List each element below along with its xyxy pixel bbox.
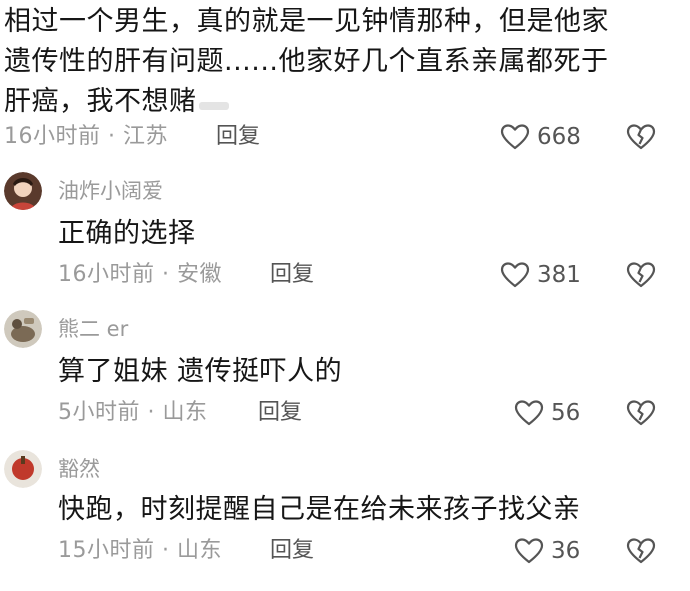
like-count: 56: [551, 400, 581, 426]
username[interactable]: 油炸小阔爱: [58, 176, 163, 206]
like-button[interactable]: 668: [500, 120, 581, 154]
reply-button[interactable]: 回复: [270, 258, 314, 292]
heart-outline-icon: [500, 262, 530, 288]
heart-outline-icon: [514, 400, 544, 426]
heart-outline-icon: [514, 538, 544, 564]
timestamp-location: 5小时前 · 山东: [58, 400, 208, 425]
comment-text-last-line: 肝癌，我不想赌: [4, 82, 229, 122]
reply-meta: 5小时前 · 山东 回复 56: [0, 396, 690, 430]
reply-text: 快跑，时刻提醒自己是在给未来孩子找父亲: [58, 494, 581, 525]
reply-meta: 15小时前 · 山东 回复 36: [0, 534, 690, 568]
reply-meta: 16小时前 · 安徽 回复 381: [0, 258, 690, 292]
reply-text: 正确的选择: [58, 218, 196, 249]
heart-outline-icon: [500, 124, 530, 150]
main-comment-meta: 16小时前 · 江苏 回复 668: [0, 120, 690, 154]
timestamp-location: 15小时前 · 山东: [58, 538, 222, 563]
like-count: 36: [551, 538, 581, 564]
comment-text-line: 相过一个男生，真的就是一见钟情那种，但是他家: [4, 6, 609, 37]
like-button[interactable]: 36: [514, 534, 580, 568]
reply-button[interactable]: 回复: [216, 120, 260, 154]
broken-heart-icon[interactable]: [626, 260, 656, 290]
comment-text-line: 遗传性的肝有问题......他家好几个直系亲属都死于: [4, 46, 609, 77]
blurred-text: [198, 101, 229, 110]
broken-heart-icon[interactable]: [626, 122, 656, 152]
reply-text: 算了姐妹 遗传挺吓人的: [58, 356, 343, 387]
username[interactable]: 熊二 er: [58, 314, 128, 344]
comment-text-line: 肝癌，我不想赌: [4, 86, 197, 117]
reply-button[interactable]: 回复: [270, 534, 314, 568]
timestamp-location: 16小时前 · 安徽: [58, 262, 222, 287]
reply-button[interactable]: 回复: [258, 396, 302, 430]
username[interactable]: 豁然: [58, 454, 100, 484]
broken-heart-icon[interactable]: [626, 398, 656, 428]
avatar[interactable]: [4, 310, 42, 348]
timestamp-location: 16小时前 · 江苏: [4, 124, 168, 149]
like-count: 668: [537, 124, 581, 150]
avatar[interactable]: [4, 172, 42, 210]
like-count: 381: [537, 262, 581, 288]
like-button[interactable]: 381: [500, 258, 581, 292]
avatar[interactable]: [4, 450, 42, 488]
like-button[interactable]: 56: [514, 396, 580, 430]
broken-heart-icon[interactable]: [626, 536, 656, 566]
